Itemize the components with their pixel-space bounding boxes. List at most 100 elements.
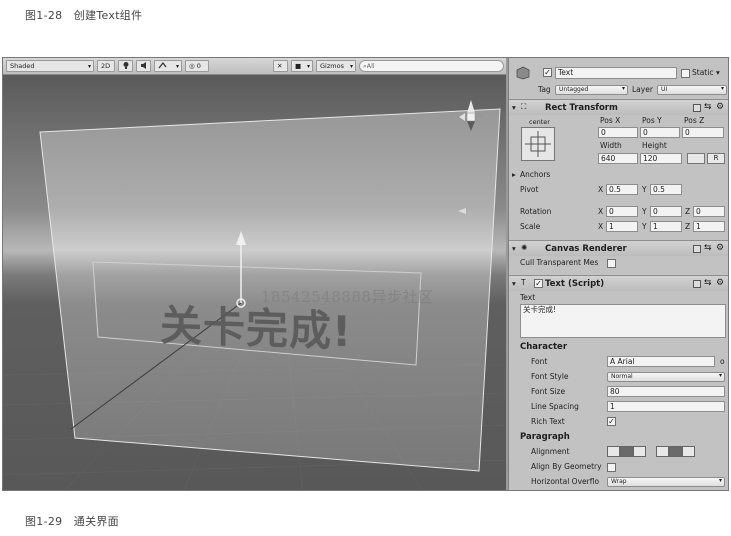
gameobject-icon bbox=[516, 66, 530, 82]
static-label: Static bbox=[692, 68, 714, 77]
anchor-presets-button[interactable] bbox=[521, 127, 555, 163]
align-top-button[interactable] bbox=[656, 446, 669, 457]
rotation-x-field[interactable]: 0 bbox=[606, 206, 638, 217]
scale-x-axis-label: X bbox=[598, 222, 604, 231]
scale-y-axis-label: Y bbox=[642, 222, 647, 231]
audio-toggle-icon[interactable] bbox=[136, 60, 151, 72]
pos-y-label: Pos Y bbox=[642, 116, 662, 125]
figure-caption-top: 图1-28 创建Text组件 bbox=[25, 9, 143, 22]
rotation-y-axis-label: Y bbox=[642, 207, 647, 216]
paragraph-section-label: Paragraph bbox=[520, 432, 570, 442]
line-spacing-field[interactable]: 1 bbox=[607, 401, 725, 412]
font-size-field[interactable]: 80 bbox=[607, 386, 725, 397]
settings-gear-icon[interactable]: ⚙ bbox=[716, 102, 724, 112]
search-placeholder: All bbox=[366, 62, 375, 70]
rotation-label: Rotation bbox=[520, 207, 552, 216]
align-bottom-button[interactable] bbox=[682, 446, 695, 457]
foldout-arrow-icon[interactable]: ▾ bbox=[512, 244, 516, 253]
preset-icon[interactable]: ⇆ bbox=[704, 278, 712, 288]
effects-dropdown[interactable] bbox=[154, 60, 182, 72]
raw-edit-button[interactable]: R bbox=[707, 153, 725, 164]
pos-z-field[interactable]: 0 bbox=[682, 127, 724, 138]
scene-view[interactable]: Shaded 2D ◎ 0 ✕ ■ Gizmos ⌕All bbox=[3, 58, 506, 490]
pos-x-field[interactable]: 0 bbox=[598, 127, 638, 138]
anchors-label[interactable]: Anchors bbox=[520, 170, 550, 179]
static-dropdown-icon[interactable]: ▾ bbox=[716, 68, 720, 77]
alignment-label: Alignment bbox=[531, 447, 570, 456]
text-script-header[interactable]: ▾ T ✓ Text (Script) ⇆ ⚙ bbox=[509, 275, 728, 291]
rect-transform-title: Rect Transform bbox=[545, 103, 618, 113]
anchors-foldout-icon[interactable]: ▸ bbox=[512, 170, 516, 179]
preset-icon[interactable]: ⇆ bbox=[704, 102, 712, 112]
foldout-arrow-icon[interactable]: ▾ bbox=[512, 279, 516, 288]
text-content-area[interactable]: 关卡完成! bbox=[520, 304, 726, 338]
horizontal-overflow-label: Horizontal Overflo bbox=[531, 477, 600, 486]
gizmos-dropdown[interactable]: Gizmos bbox=[316, 60, 356, 72]
active-checkbox[interactable]: ✓ bbox=[543, 68, 552, 77]
2d-toggle-button[interactable]: 2D bbox=[97, 60, 115, 72]
align-center-button[interactable] bbox=[620, 446, 633, 457]
pivot-y-field[interactable]: 0.5 bbox=[650, 184, 682, 195]
font-value: Arial bbox=[617, 357, 635, 366]
help-icon[interactable] bbox=[693, 280, 701, 288]
settings-gear-icon[interactable]: ⚙ bbox=[716, 278, 724, 288]
canvas-renderer-title: Canvas Renderer bbox=[545, 244, 627, 254]
rect-transform-icon: ⛶ bbox=[521, 102, 527, 111]
align-middle-button[interactable] bbox=[669, 446, 682, 457]
shading-mode-dropdown[interactable]: Shaded bbox=[6, 60, 94, 72]
align-by-geometry-label: Align By Geometry bbox=[531, 462, 602, 471]
font-style-label: Font Style bbox=[531, 372, 569, 381]
pivot-x-axis-label: X bbox=[598, 185, 604, 194]
width-field[interactable]: 640 bbox=[598, 153, 638, 164]
help-icon[interactable] bbox=[693, 245, 701, 253]
foldout-arrow-icon[interactable]: ▾ bbox=[512, 103, 516, 112]
figure-caption-bottom: 图1-29 通关界面 bbox=[25, 515, 119, 528]
cull-transparent-checkbox[interactable] bbox=[607, 259, 616, 268]
rotation-y-field[interactable]: 0 bbox=[650, 206, 682, 217]
hidden-count: 0 bbox=[196, 62, 201, 70]
rect-transform-header[interactable]: ▾ ⛶ Rect Transform ⇆ ⚙ bbox=[509, 99, 728, 115]
pos-y-field[interactable]: 0 bbox=[640, 127, 680, 138]
text-script-title: Text (Script) bbox=[545, 279, 605, 289]
character-section-label: Character bbox=[520, 342, 568, 352]
help-icon[interactable] bbox=[693, 104, 701, 112]
tag-dropdown[interactable]: Untagged bbox=[555, 85, 628, 95]
font-size-label: Font Size bbox=[531, 387, 566, 396]
scene-canvas[interactable]: 18542548888异步社区 关卡完成! bbox=[3, 75, 506, 490]
rotation-z-field[interactable]: 0 bbox=[693, 206, 725, 217]
align-by-geometry-checkbox[interactable] bbox=[607, 463, 616, 472]
scene-search-input[interactable]: ⌕All bbox=[359, 60, 504, 72]
scale-z-field[interactable]: 1 bbox=[693, 221, 725, 232]
preset-icon[interactable]: ⇆ bbox=[704, 243, 712, 253]
rotation-x-axis-label: X bbox=[598, 207, 604, 216]
font-picker-icon[interactable]: o bbox=[720, 357, 725, 366]
rich-text-label: Rich Text bbox=[531, 417, 565, 426]
hidden-objects-counter[interactable]: ◎ 0 bbox=[185, 60, 209, 72]
text-component-icon: T bbox=[521, 278, 526, 287]
text-enabled-checkbox[interactable]: ✓ bbox=[534, 279, 543, 288]
tools-icon[interactable]: ✕ bbox=[273, 60, 288, 72]
scale-x-field[interactable]: 1 bbox=[606, 221, 638, 232]
camera-dropdown[interactable]: ■ bbox=[291, 60, 313, 72]
pivot-x-field[interactable]: 0.5 bbox=[606, 184, 638, 195]
line-spacing-label: Line Spacing bbox=[531, 402, 579, 411]
scale-y-field[interactable]: 1 bbox=[650, 221, 682, 232]
font-field[interactable]: A Arial bbox=[607, 356, 715, 367]
lighting-toggle-icon[interactable] bbox=[118, 60, 133, 72]
align-right-button[interactable] bbox=[633, 446, 646, 457]
anchor-horizontal-label: center bbox=[529, 118, 550, 126]
gizmos-label: Gizmos bbox=[320, 62, 344, 70]
font-style-dropdown[interactable]: Normal bbox=[607, 372, 725, 382]
pos-z-label: Pos Z bbox=[684, 116, 705, 125]
horizontal-overflow-dropdown[interactable]: Wrap bbox=[607, 477, 725, 487]
layer-dropdown[interactable]: UI bbox=[657, 85, 727, 95]
align-left-button[interactable] bbox=[607, 446, 620, 457]
height-field[interactable]: 120 bbox=[640, 153, 682, 164]
rich-text-checkbox[interactable]: ✓ bbox=[607, 417, 616, 426]
canvas-renderer-header[interactable]: ▾ ✺ Canvas Renderer ⇆ ⚙ bbox=[509, 240, 728, 256]
object-name-field[interactable]: Text bbox=[555, 67, 677, 79]
blueprint-mode-button[interactable] bbox=[687, 153, 705, 164]
settings-gear-icon[interactable]: ⚙ bbox=[716, 243, 724, 253]
orientation-gizmo-icon[interactable] bbox=[451, 95, 501, 141]
static-checkbox[interactable] bbox=[681, 69, 690, 78]
